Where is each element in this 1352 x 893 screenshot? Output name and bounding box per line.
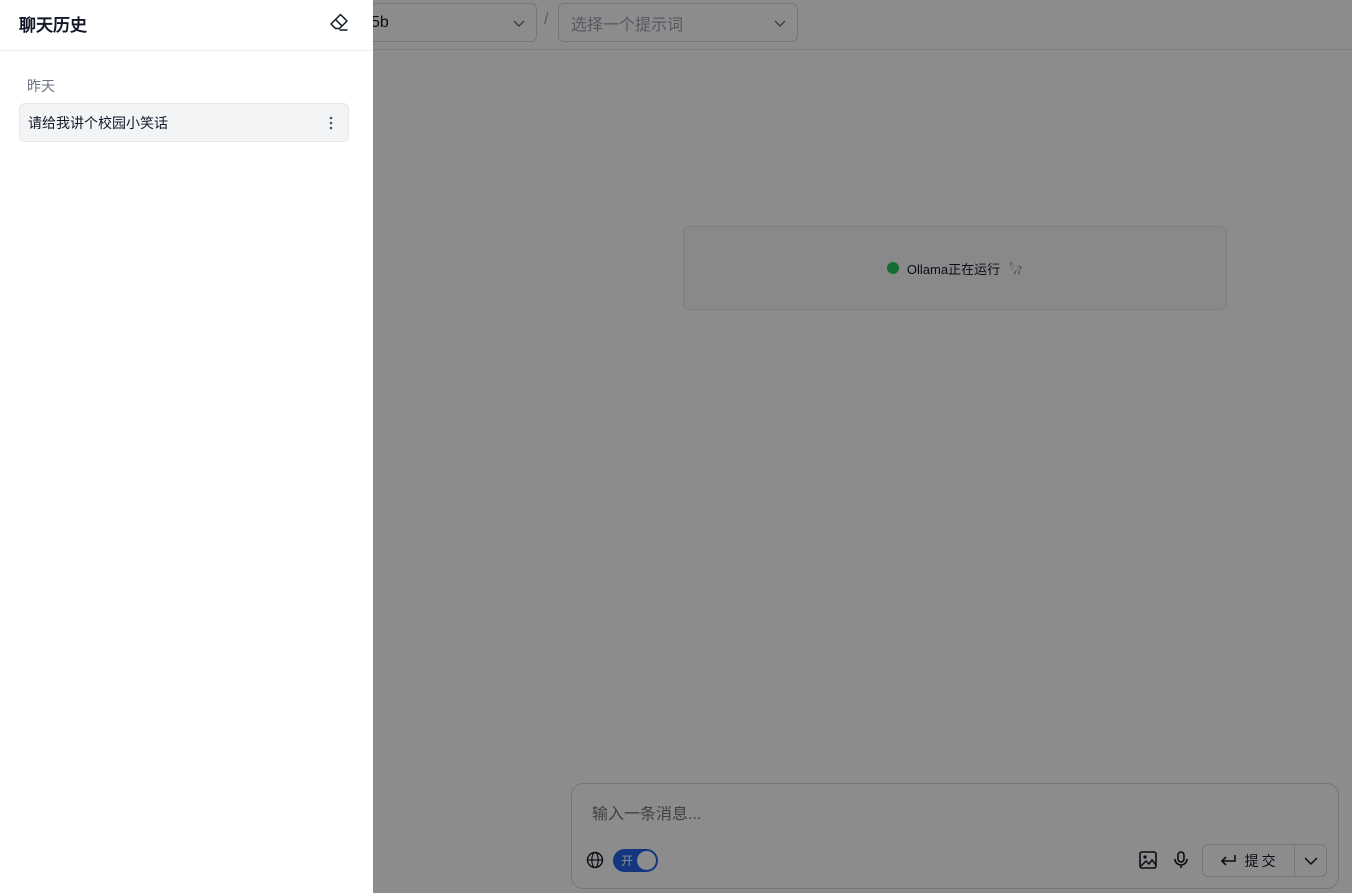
drawer-title: 聊天历史 — [19, 16, 87, 35]
eraser-icon[interactable] — [329, 12, 349, 32]
more-vertical-icon[interactable] — [324, 115, 338, 131]
drawer-header: 聊天历史 — [0, 0, 373, 51]
history-item-title: 请给我讲个校园小笑话 — [28, 114, 168, 131]
history-item[interactable]: 请给我讲个校园小笑话 — [19, 103, 349, 142]
chat-history-drawer: 聊天历史 昨天 请给我讲个校园小笑话 — [0, 0, 373, 893]
history-group-label: 昨天 — [27, 78, 55, 94]
